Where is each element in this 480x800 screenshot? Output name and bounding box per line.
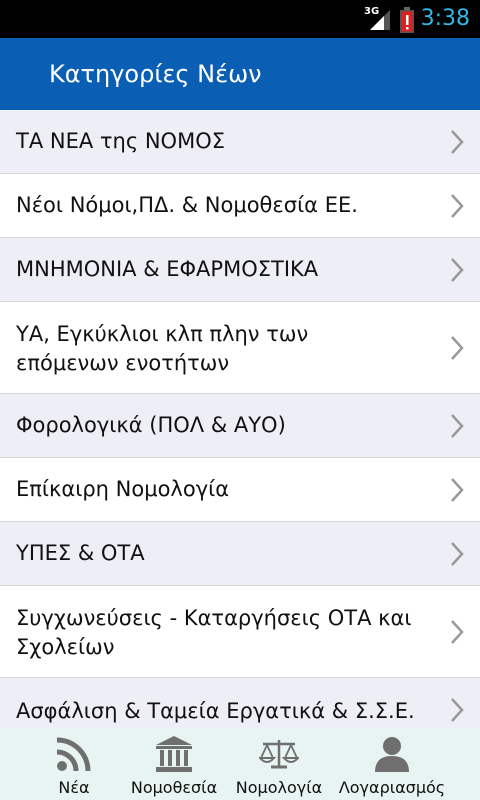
nav-item-case-law[interactable]: Νομολογία [228, 728, 330, 800]
list-item-label-line2: Σχολείων [16, 635, 115, 659]
list-item-label: Συγχωνεύσεις - Καταργήσεις ΟΤΑ και Σχολε… [16, 604, 440, 662]
list-item[interactable]: ΥΠΕΣ & ΟΤΑ [0, 522, 480, 586]
list-item-label-line1: Συγχωνεύσεις - Καταργήσεις ΟΤΑ και [16, 606, 412, 630]
rss-icon [56, 737, 91, 772]
list-item-label: ΥΑ, Εγκύκλιοι κλπ πλην των επόμενων ενοτ… [16, 320, 430, 378]
list-item[interactable]: ΜΝΗΜΟΝΙΑ & ΕΦΑΡΜΟΣΤΙΚΑ [0, 238, 480, 302]
chevron-right-icon [451, 194, 464, 218]
status-bar: 3G 3:38 [0, 0, 480, 38]
nav-item-label: Νομολογία [235, 778, 323, 797]
chevron-right-icon [451, 336, 464, 360]
nav-item-label: Νέα [58, 778, 90, 797]
list-item-label: ΤΑ ΝΕΑ της ΝΟΜΟΣ [16, 129, 225, 153]
nav-item-label: Λογαριασμός [338, 778, 446, 797]
nav-item-legislation[interactable]: Νομοθεσία [126, 728, 222, 800]
list-item-label: Επίκαιρη Νομολογία [16, 477, 230, 501]
battery-icon [400, 7, 414, 33]
page-title: Κατηγορίες Νέων [49, 60, 262, 88]
nav-item-news[interactable]: Νέα [22, 728, 126, 800]
user-icon [375, 737, 409, 772]
bottom-nav: Νέα Νομοθεσία Νομολογία Λογαριασμός [0, 728, 480, 800]
chevron-right-icon [451, 542, 464, 566]
chevron-right-icon [451, 620, 464, 644]
chevron-right-icon [451, 258, 464, 282]
list-item-label-line2: επόμενων ενοτήτων [16, 351, 230, 375]
list-item[interactable]: Νέοι Νόμοι,ΠΔ. & Νομοθεσία ΕΕ. [0, 174, 480, 238]
app-bar: Κατηγορίες Νέων [0, 38, 480, 110]
chevron-right-icon [451, 130, 464, 154]
chevron-right-icon [451, 698, 464, 722]
signal-icon [370, 10, 390, 30]
nav-item-label: Νομοθεσία [130, 778, 218, 797]
clock: 3:38 [420, 6, 470, 31]
list-item[interactable]: ΤΑ ΝΕΑ της ΝΟΜΟΣ [0, 110, 480, 174]
building-icon [156, 736, 192, 772]
list-item-label: Ασφάλιση & Ταμεία Εργατικά & Σ.Σ.Ε. [16, 699, 415, 723]
category-list: ΤΑ ΝΕΑ της ΝΟΜΟΣ Νέοι Νόμοι,ΠΔ. & Νομοθε… [0, 110, 480, 742]
list-item[interactable]: Φορολογικά (ΠΟΛ & ΑΥΟ) [0, 394, 480, 458]
list-item[interactable]: Επίκαιρη Νομολογία [0, 458, 480, 522]
chevron-right-icon [451, 478, 464, 502]
list-item-label: Νέοι Νόμοι,ΠΔ. & Νομοθεσία ΕΕ. [16, 193, 358, 217]
scales-icon [259, 740, 299, 769]
list-item-label: ΥΠΕΣ & ΟΤΑ [16, 541, 145, 565]
nav-item-account[interactable]: Λογαριασμός [336, 728, 448, 800]
list-item-label: Φορολογικά (ΠΟΛ & ΑΥΟ) [16, 413, 286, 437]
list-item[interactable]: Συγχωνεύσεις - Καταργήσεις ΟΤΑ και Σχολε… [0, 586, 480, 678]
list-item[interactable]: ΥΑ, Εγκύκλιοι κλπ πλην των επόμενων ενοτ… [0, 302, 480, 394]
list-item-label: ΜΝΗΜΟΝΙΑ & ΕΦΑΡΜΟΣΤΙΚΑ [16, 257, 319, 281]
list-item-label-line1: ΥΑ, Εγκύκλιοι κλπ πλην των [16, 322, 309, 346]
chevron-right-icon [451, 414, 464, 438]
